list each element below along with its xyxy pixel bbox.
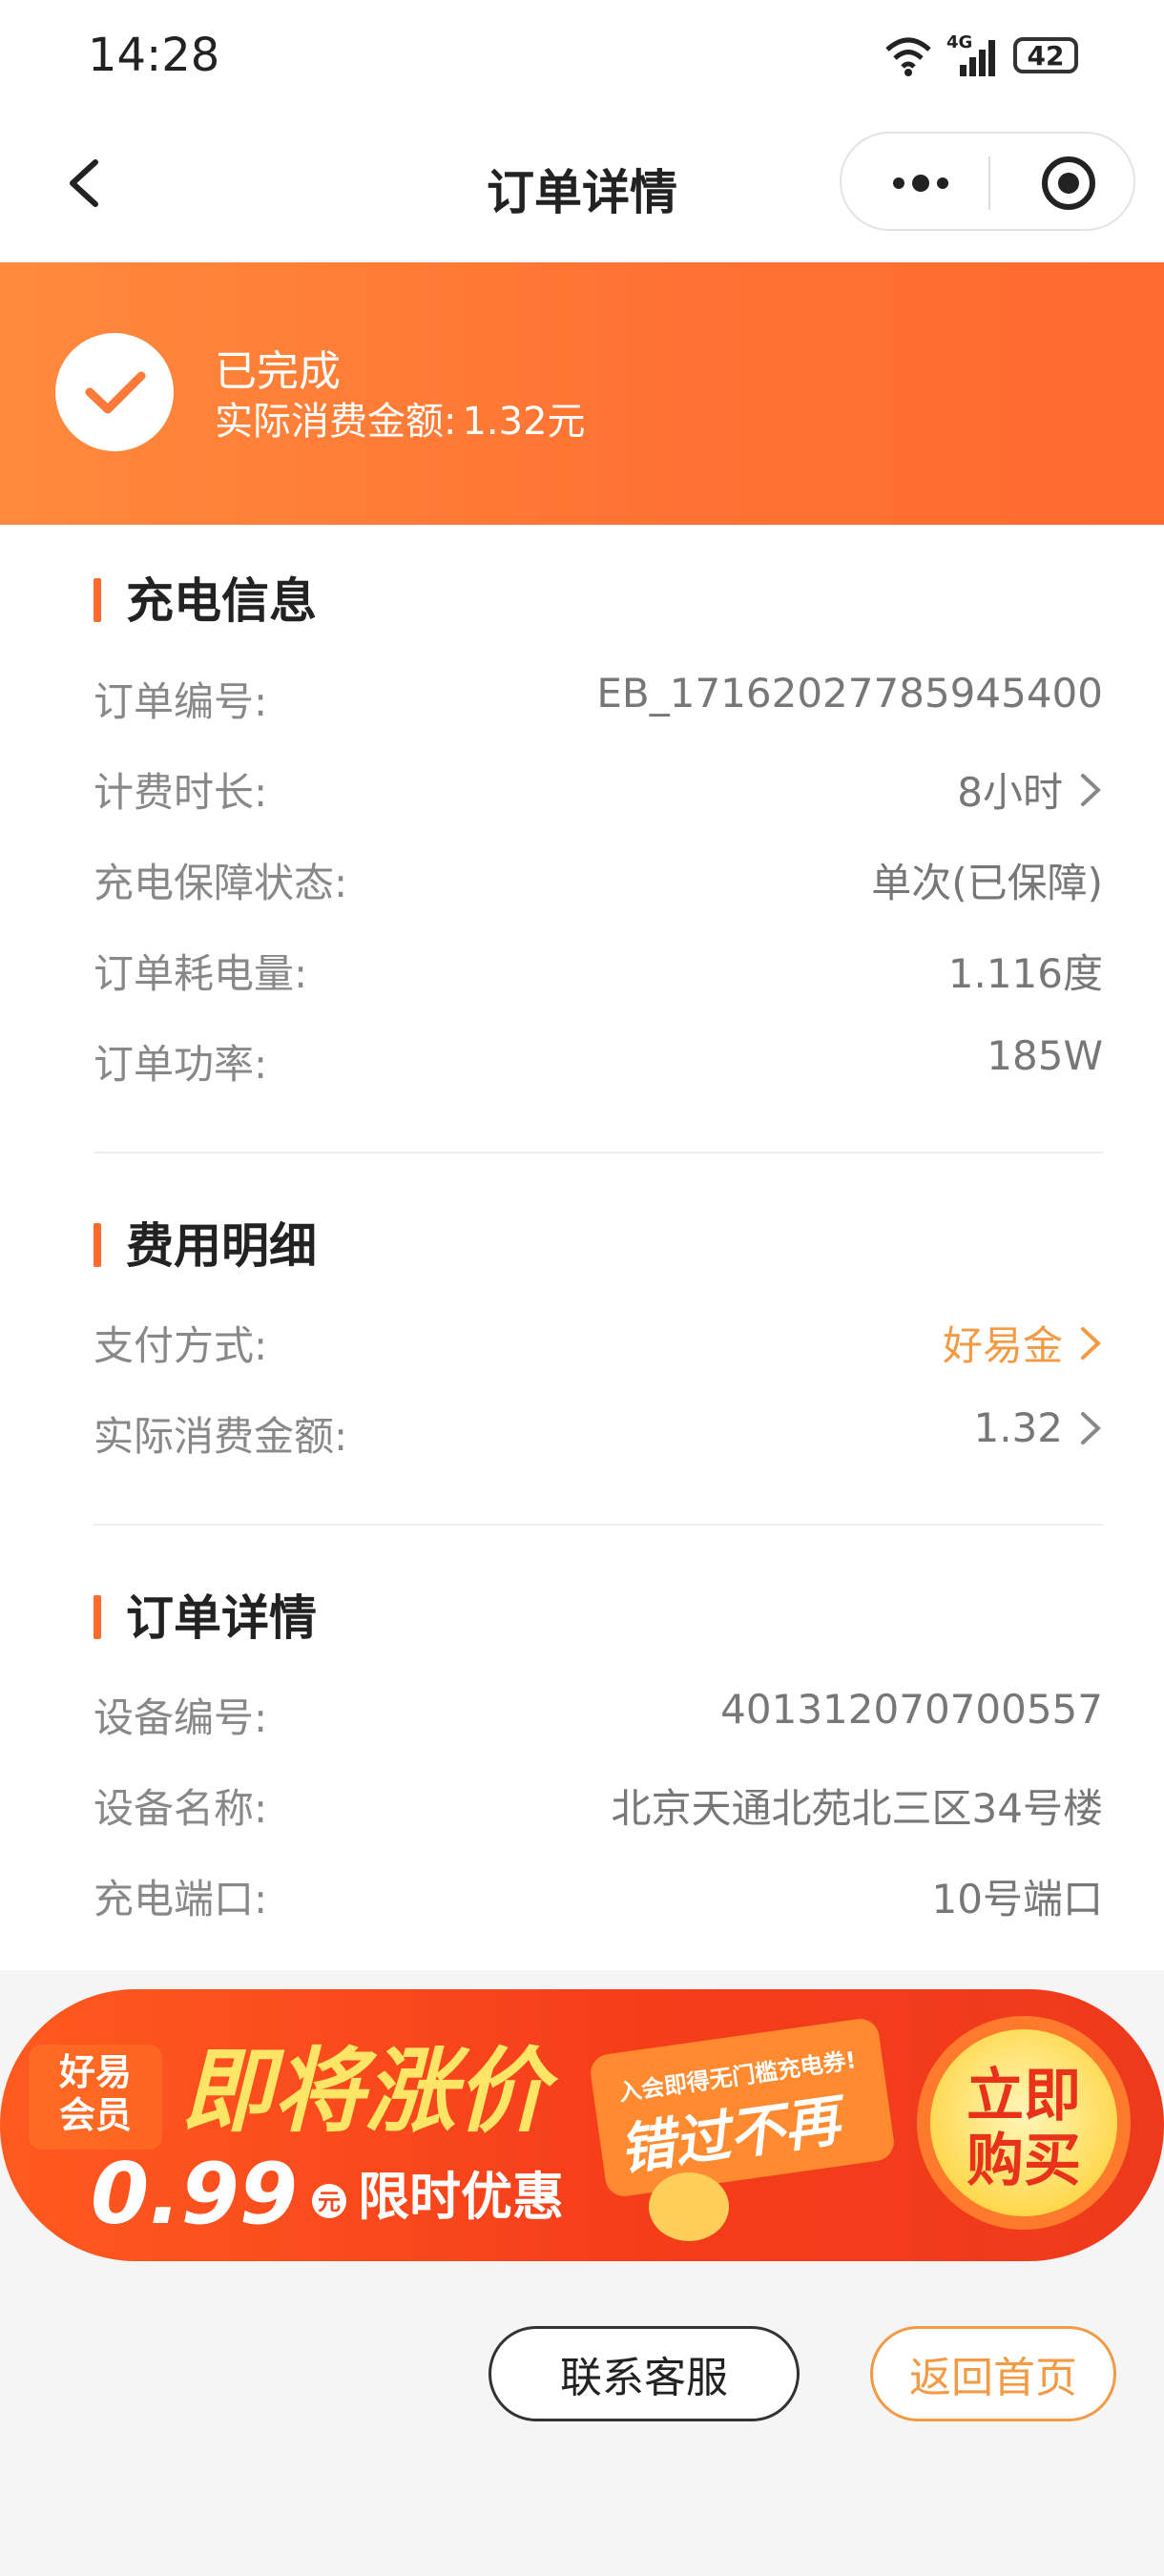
section-charge-info: 充电信息 (94, 569, 317, 629)
close-miniprogram-icon[interactable] (1040, 155, 1097, 212)
membership-promo-banner[interactable]: 好易 会员 即将涨价 0.99 元 限时优惠 入会即得无门槛充电券! 错过不再 … (0, 1989, 1164, 2261)
chevron-right-icon (1081, 1326, 1101, 1360)
battery-indicator: 42 (1013, 37, 1078, 73)
back-home-button[interactable]: 返回首页 (870, 2326, 1116, 2421)
row-device-name: 设备名称: 北京天通北苑北三区34号楼 (94, 1785, 1103, 1832)
more-icon[interactable] (887, 166, 954, 200)
section-order-detail: 订单详情 (94, 1586, 317, 1646)
promo-cta-line2: 购买 (967, 2128, 1081, 2194)
row-device-number: 设备编号: 401312070700557 (94, 1686, 1103, 1741)
row-charge-port: 充电端口: 10号端口 (94, 1876, 1103, 1922)
status-bar: 14:28 4G 42 (0, 0, 1164, 114)
nav-bar: 订单详情 (0, 114, 1164, 262)
promo-member-line1: 好易 (58, 2051, 132, 2093)
row-actual-amount[interactable]: 实际消费金额: 1.32 (94, 1395, 1103, 1462)
order-status-banner: 已完成 实际消费金额: 1.32元 (0, 262, 1164, 525)
row-energy-consumed: 订单耗电量: 1.116度 (94, 950, 1103, 997)
promo-cta-line1: 立即 (967, 2063, 1081, 2129)
chevron-right-icon (1081, 1411, 1101, 1444)
wifi-icon (885, 37, 931, 76)
banner-amount: 实际消费金额: 1.32元 (215, 390, 592, 446)
check-icon (55, 333, 174, 451)
row-billing-duration[interactable]: 计费时长: 8小时 (94, 751, 1103, 818)
promo-price: 0.99 (91, 2145, 298, 2243)
promo-headline: 即将涨价 (181, 2038, 559, 2145)
promo-price-unit: 元 (318, 2189, 341, 2215)
signal-icon: 4G (946, 32, 1000, 78)
banner-amount-value: 1.32元 (462, 400, 586, 444)
miniprogram-capsule (840, 132, 1135, 231)
row-charge-protection: 充电保障状态: 单次(已保障) (94, 860, 1103, 906)
contact-service-button[interactable]: 联系客服 (488, 2326, 800, 2421)
capsule-divider (988, 156, 990, 210)
order-status: 已完成 (215, 347, 341, 396)
chevron-right-icon (1081, 773, 1101, 806)
row-power: 订单功率: 185W (94, 1032, 1103, 1088)
promo-offer: 限时优惠 (358, 2167, 564, 2227)
order-detail-card: 充电信息 订单编号: EB_17162027785945400 计费时长: 8小… (0, 525, 1164, 1970)
divider (94, 1524, 1103, 1526)
status-icons: 4G 42 (883, 29, 1078, 82)
banner-amount-label: 实际消费金额: (215, 400, 457, 444)
section-fee-detail: 费用明细 (94, 1214, 317, 1274)
promo-member-line2: 会员 (59, 2094, 132, 2136)
divider (94, 1152, 1103, 1153)
status-time: 14:28 (88, 29, 220, 82)
row-order-number: 订单编号: EB_17162027785945400 (94, 670, 1103, 725)
row-payment-method[interactable]: 支付方式: 好易金 (94, 1304, 1103, 1371)
